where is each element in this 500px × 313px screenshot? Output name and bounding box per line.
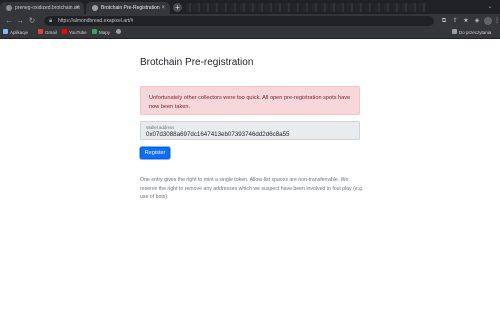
tab-favicon-icon [92, 5, 98, 11]
browser-tab-inactive[interactable]: preneg-oxidized.brotchain.art × [0, 2, 84, 14]
page-title: Brotchain Pre-registration [140, 57, 254, 68]
share-icon[interactable]: ⇪ [451, 17, 459, 25]
tab-title: Brotchain Pre-Registration [101, 5, 160, 11]
registration-closed-alert: Unfortunately other collectors were too … [140, 86, 360, 115]
browser-tab-active[interactable]: Brotchain Pre-Registration × [86, 2, 170, 14]
close-tab-icon[interactable]: × [75, 2, 79, 14]
reload-icon[interactable]: ↻ [27, 16, 37, 26]
tab-strip-background [186, 3, 426, 12]
wallet-address-label: Wallet address [146, 125, 175, 130]
tab-favicon-icon [6, 5, 12, 11]
browser-toolbar: ← → ↻ 🔒︎ https://almondbread.exapixel.ar… [0, 14, 500, 28]
register-button[interactable]: Register [140, 147, 170, 159]
bookmark-apps[interactable]: Aplikacje [3, 28, 28, 38]
terms-note: One entry gives the right to mint a sing… [140, 177, 364, 201]
list-icon [452, 29, 457, 35]
profile-avatar-icon[interactable] [484, 17, 492, 25]
youtube-icon [62, 29, 67, 35]
menu-dots-icon[interactable]: ⋮ [493, 17, 500, 25]
new-tab-button[interactable]: + [173, 3, 182, 12]
wallet-address-value[interactable]: 0x07d3088a697dc1647413eb07393746dd2d6c8a… [146, 131, 354, 139]
wallet-address-field[interactable]: Wallet address 0x07d3088a697dc1647413eb0… [140, 121, 360, 140]
translate-icon[interactable]: ⧉ [440, 17, 448, 25]
gmail-icon [38, 29, 43, 35]
back-arrow-icon[interactable]: ← [4, 16, 14, 26]
alert-message: Unfortunately other collectors were too … [149, 95, 351, 110]
bookmark-youtube[interactable]: YouTube [62, 28, 87, 38]
bookmark-extra[interactable] [116, 28, 123, 38]
globe-icon [116, 29, 121, 35]
apps-grid-icon [3, 29, 8, 35]
close-tab-icon[interactable]: × [161, 2, 165, 14]
extensions-icon[interactable]: ◈ [473, 17, 481, 25]
maps-icon [92, 29, 97, 35]
tab-search-icon[interactable]: ⌄ [486, 3, 494, 11]
bookmark-maps[interactable]: Mapy [92, 28, 110, 38]
bookmark-gmail[interactable]: Gmail [38, 28, 57, 38]
address-bar[interactable]: 🔒︎ https://almondbread.exapixel.art/# [44, 16, 434, 26]
bookmarks-bar: Aplikacje Gmail YouTube Mapy Do przeczyt… [0, 28, 500, 39]
bookmark-star-icon[interactable]: ★ [462, 17, 470, 25]
forward-arrow-icon[interactable]: → [15, 16, 25, 26]
tab-title: preneg-oxidized.brotchain.art [15, 5, 80, 11]
address-url[interactable]: https://almondbread.exapixel.art/# [58, 16, 133, 26]
browser-tab-strip: preneg-oxidized.brotchain.art × Brotchai… [0, 0, 500, 14]
bookmark-folder-other[interactable]: Do przeczytania [452, 28, 491, 38]
lock-icon: 🔒︎ [49, 18, 53, 24]
